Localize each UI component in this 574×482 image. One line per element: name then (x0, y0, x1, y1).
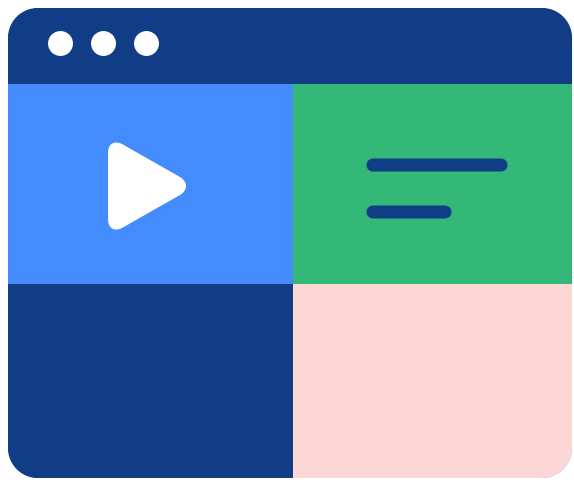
dark-panel (8, 284, 293, 478)
pink-panel (293, 284, 572, 478)
window-dot-icon (134, 31, 159, 56)
window-dot-icon (91, 31, 116, 56)
video-panel (8, 84, 293, 284)
window-titlebar (8, 8, 572, 84)
text-panel (293, 84, 572, 284)
text-lines-icon (366, 158, 508, 219)
browser-window-illustration (8, 8, 572, 478)
window-dot-icon (48, 31, 73, 56)
play-icon (108, 142, 186, 230)
